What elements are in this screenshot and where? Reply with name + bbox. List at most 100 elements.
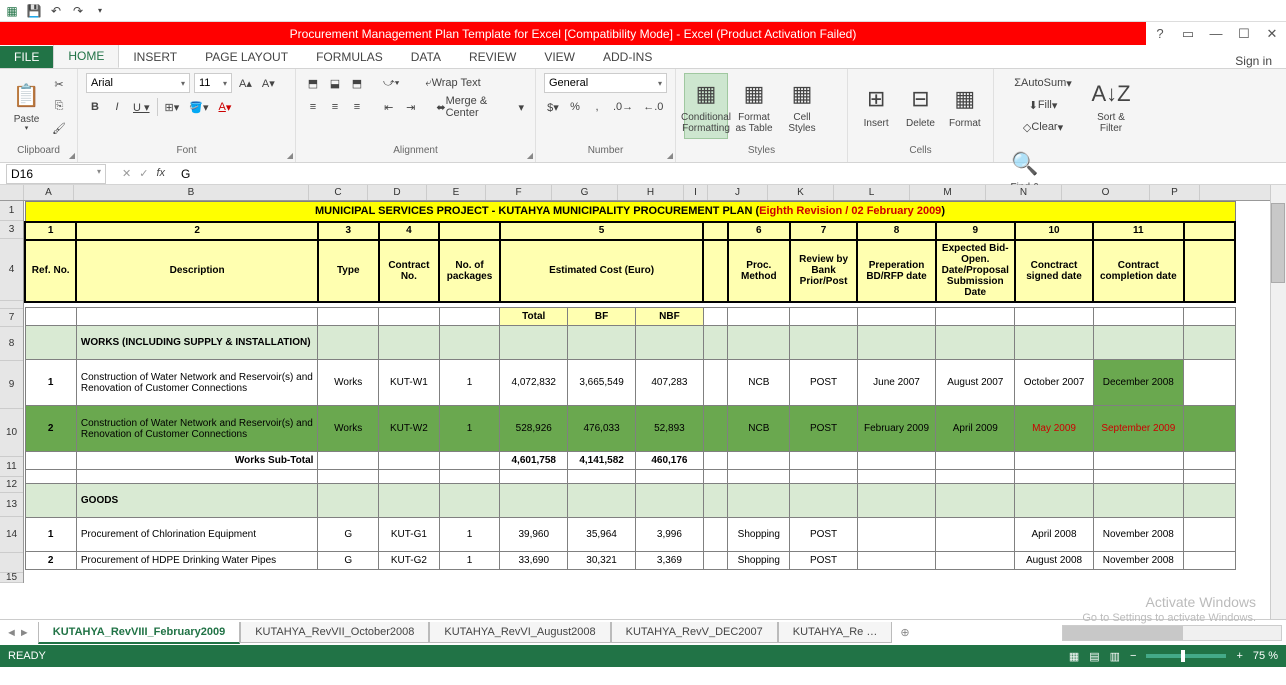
view-normal-icon[interactable]: ▦ [1069, 650, 1079, 663]
undo-icon[interactable]: ↶ [48, 3, 64, 19]
tab-formulas[interactable]: FORMULAS [302, 46, 397, 68]
window-title: Procurement Management Plan Template for… [0, 27, 1146, 41]
tab-data[interactable]: DATA [397, 46, 455, 68]
comma-icon[interactable]: , [588, 97, 606, 117]
number-format-select[interactable]: General▾ [544, 73, 667, 93]
align-right-icon[interactable]: ≡ [348, 97, 366, 117]
tab-review[interactable]: REVIEW [455, 46, 530, 68]
sheet-tab[interactable]: KUTAHYA_RevVIII_February2009 [38, 622, 240, 644]
group-font: Arial▾ 11▾ A▴ A▾ B I U ▾ ⊞▾ 🪣▾ A▾ Font ◢ [78, 69, 296, 162]
ribbon-options-icon[interactable]: ▭ [1174, 22, 1202, 45]
font-size-select[interactable]: 11▾ [194, 73, 232, 93]
fx-icon[interactable]: fx [156, 167, 165, 180]
increase-indent-icon[interactable]: ⇥ [402, 97, 420, 117]
align-top-icon[interactable]: ⬒ [304, 73, 322, 93]
row-headers[interactable]: 134789101112131415 [0, 201, 24, 583]
decrease-decimal-icon[interactable]: ←.0 [640, 97, 666, 117]
conditional-formatting-button[interactable]: ▦Conditional Formatting [684, 73, 728, 139]
fill-button[interactable]: ⬇ Fill ▾ [1002, 95, 1084, 115]
percent-icon[interactable]: % [566, 97, 584, 117]
zoom-in-icon[interactable]: + [1236, 650, 1242, 662]
tab-view[interactable]: VIEW [530, 46, 589, 68]
clear-button[interactable]: ◇ Clear ▾ [1002, 117, 1084, 137]
ribbon: 📋Paste▾ ✂ ⎘ 🖌 Clipboard ◢ Arial▾ 11▾ A▴ … [0, 69, 1286, 163]
insert-cells-button[interactable]: ⊞Insert [856, 73, 896, 139]
font-color-icon[interactable]: A▾ [216, 97, 235, 117]
enter-formula-icon[interactable]: ✓ [139, 167, 148, 180]
add-sheet-icon[interactable]: ⊕ [892, 622, 917, 643]
format-as-table-button[interactable]: ▦Format as Table [732, 73, 776, 139]
horizontal-scrollbar[interactable] [1062, 625, 1282, 641]
tab-page-layout[interactable]: PAGE LAYOUT [191, 46, 302, 68]
format-cells-button[interactable]: ▦Format [945, 73, 985, 139]
align-bottom-icon[interactable]: ⬒ [348, 73, 366, 93]
dialog-launcher-icon[interactable]: ◢ [69, 151, 75, 160]
align-center-icon[interactable]: ≡ [326, 97, 344, 117]
align-left-icon[interactable]: ≡ [304, 97, 322, 117]
group-label: Cells [856, 145, 985, 158]
group-label: Alignment [304, 145, 527, 158]
tab-insert[interactable]: INSERT [119, 46, 191, 68]
dialog-launcher-icon[interactable]: ◢ [527, 151, 533, 160]
sheet-tab[interactable]: KUTAHYA_RevVI_August2008 [429, 622, 610, 643]
accounting-format-icon[interactable]: $▾ [544, 97, 562, 117]
fill-color-icon[interactable]: 🪣▾ [186, 97, 211, 117]
zoom-slider[interactable] [1146, 654, 1226, 658]
sign-in-link[interactable]: Sign in [1235, 54, 1272, 68]
align-middle-icon[interactable]: ⬓ [326, 73, 344, 93]
sheet-tab[interactable]: KUTAHYA_RevVII_October2008 [240, 622, 429, 643]
dialog-launcher-icon[interactable]: ◢ [667, 151, 673, 160]
sheet-nav[interactable]: ◄► [6, 627, 30, 639]
paste-button[interactable]: 📋Paste▾ [8, 73, 45, 139]
name-box[interactable]: D16▾ [6, 164, 106, 184]
save-icon[interactable]: 💾 [26, 3, 42, 19]
ribbon-tabs: FILE HOME INSERT PAGE LAYOUT FORMULAS DA… [0, 45, 1286, 69]
redo-icon[interactable]: ↷ [70, 3, 86, 19]
column-headers[interactable]: ABCDEFGHIJKLMNOP [0, 185, 1270, 201]
qat-customize-icon[interactable]: ▾ [92, 3, 108, 19]
sheet-tab-bar: ◄► KUTAHYA_RevVIII_February2009 KUTAHYA_… [0, 619, 1286, 645]
increase-font-icon[interactable]: A▴ [236, 73, 255, 93]
orientation-icon[interactable]: ⤻▾ [380, 73, 402, 93]
tab-home[interactable]: HOME [53, 44, 119, 68]
italic-button[interactable]: I [108, 97, 126, 117]
cancel-formula-icon[interactable]: ✕ [122, 167, 131, 180]
delete-cells-button[interactable]: ⊟Delete [900, 73, 940, 139]
underline-button[interactable]: U ▾ [130, 97, 153, 117]
decrease-indent-icon[interactable]: ⇤ [380, 97, 398, 117]
view-layout-icon[interactable]: ▤ [1089, 650, 1099, 663]
group-number: General▾ $▾ % , .0→ ←.0 Number ◢ [536, 69, 676, 162]
group-label: Styles [684, 145, 839, 158]
zoom-out-icon[interactable]: − [1130, 650, 1136, 662]
sheet-tab[interactable]: KUTAHYA_Re … [778, 622, 893, 643]
increase-decimal-icon[interactable]: .0→ [610, 97, 636, 117]
merge-center-button[interactable]: ⬌ Merge & Center ▾ [433, 97, 527, 117]
autosum-button[interactable]: Σ AutoSum ▾ [1002, 73, 1084, 93]
view-pagebreak-icon[interactable]: ▥ [1110, 650, 1120, 663]
copy-icon[interactable]: ⎘ [49, 96, 69, 116]
tab-addins[interactable]: ADD-INS [589, 46, 666, 68]
group-editing: Σ AutoSum ▾ ⬇ Fill ▾ ◇ Clear ▾ A↓ZSort &… [994, 69, 1182, 162]
spreadsheet-grid: ABCDEFGHIJKLMNOP 134789101112131415 MUNI… [0, 185, 1286, 619]
bold-button[interactable]: B [86, 97, 104, 117]
wrap-text-button[interactable]: ⤶ Wrap Text [422, 73, 483, 93]
vertical-scrollbar[interactable] [1270, 185, 1286, 619]
status-bar: READY ▦ ▤ ▥ − + 75 % [0, 645, 1286, 667]
font-name-select[interactable]: Arial▾ [86, 73, 190, 93]
zoom-level[interactable]: 75 % [1253, 650, 1278, 662]
dialog-launcher-icon[interactable]: ◢ [287, 151, 293, 160]
sort-filter-button[interactable]: A↓ZSort & Filter [1088, 73, 1134, 139]
cell-styles-button[interactable]: ▦Cell Styles [780, 73, 824, 139]
group-clipboard: 📋Paste▾ ✂ ⎘ 🖌 Clipboard ◢ [0, 69, 78, 162]
minimize-icon[interactable]: — [1202, 22, 1230, 45]
cut-icon[interactable]: ✂ [49, 74, 69, 94]
close-icon[interactable]: ✕ [1258, 22, 1286, 45]
help-icon[interactable]: ? [1146, 22, 1174, 45]
format-painter-icon[interactable]: 🖌 [49, 118, 69, 138]
decrease-font-icon[interactable]: A▾ [259, 73, 278, 93]
tab-file[interactable]: FILE [0, 46, 53, 68]
maximize-icon[interactable]: ☐ [1230, 22, 1258, 45]
sheet-tab[interactable]: KUTAHYA_RevV_DEC2007 [611, 622, 778, 643]
sheet-body[interactable]: MUNICIPAL SERVICES PROJECT - KUTAHYA MUN… [24, 201, 1270, 583]
borders-icon[interactable]: ⊞▾ [162, 97, 183, 117]
